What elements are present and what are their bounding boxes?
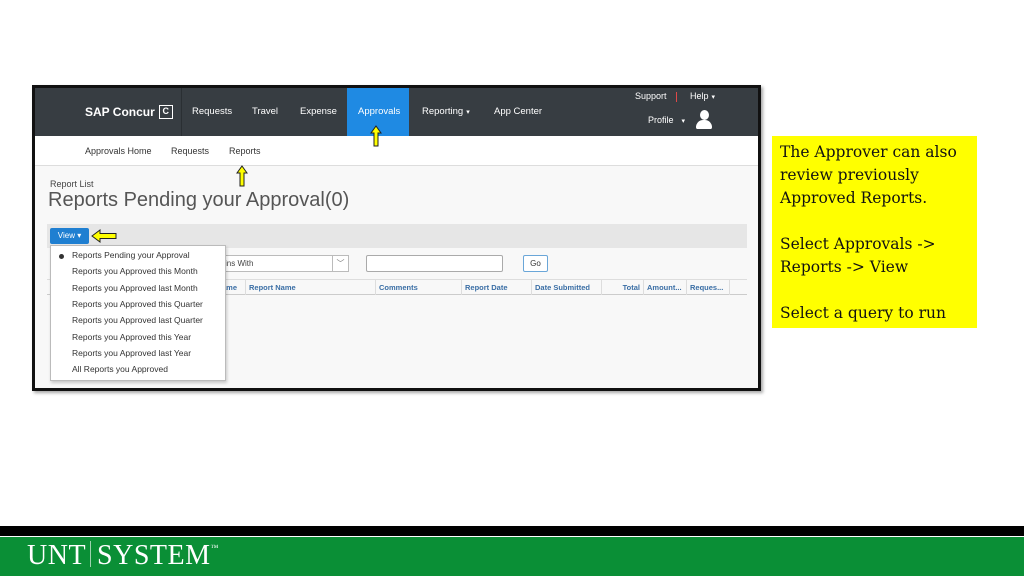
callout-paragraph: Select Approvals -> Reports -> View — [780, 235, 936, 276]
avatar-head — [700, 110, 709, 120]
col-total[interactable]: Total — [601, 280, 643, 295]
nav-label: Requests — [192, 106, 233, 117]
nav-requests[interactable]: Requests — [181, 88, 243, 136]
brand-logo[interactable]: SAP Concur C — [85, 105, 173, 119]
col-report-name[interactable]: Report Name — [245, 280, 375, 295]
col-date-submitted[interactable]: Date Submitted — [531, 280, 601, 295]
nav-travel[interactable]: Travel — [241, 88, 289, 136]
logo-divider — [90, 541, 92, 567]
help-menu[interactable]: Help ▾ — [690, 91, 715, 101]
menu-item-all-approved[interactable]: All Reports you Approved — [72, 364, 168, 374]
chevron-down-icon: ﹀ — [332, 256, 348, 271]
nav-expense[interactable]: Expense — [289, 88, 348, 136]
caret-down-icon: ▾ — [711, 94, 716, 101]
nav-label: Expense — [300, 106, 337, 117]
user-avatar-icon[interactable] — [695, 110, 713, 130]
subnav-requests[interactable]: Requests — [171, 146, 209, 156]
menu-item-approved-last-year[interactable]: Reports you Approved last Year — [72, 348, 191, 358]
profile-label: Profile — [648, 115, 674, 125]
sub-nav-bar: Approvals Home Requests Reports — [35, 136, 758, 166]
nav-label: App Center — [494, 106, 543, 117]
filter-operator-select[interactable]: ins With ﹀ — [221, 255, 349, 272]
search-input[interactable] — [366, 255, 503, 272]
concur-screenshot: SAP Concur C Requests Travel Expense App… — [32, 85, 761, 391]
help-label: Help — [690, 91, 709, 101]
callout-paragraph: Select a query to run — [780, 304, 946, 322]
nav-label: Approvals — [358, 106, 401, 117]
unt-system-logo: UNT SYSTEM™ — [27, 540, 219, 572]
menu-item-approved-this-year[interactable]: Reports you Approved this Year — [72, 332, 191, 342]
go-button[interactable]: Go — [523, 255, 548, 272]
brand-name: SAP Concur — [85, 105, 155, 119]
nav-label: Travel — [252, 106, 279, 117]
view-button[interactable]: View ▾ — [50, 228, 89, 244]
arrow-left-view-icon — [91, 229, 117, 243]
concur-c-icon: C — [158, 105, 173, 119]
callout-paragraph: The Approver can also review previously … — [780, 143, 957, 207]
breadcrumb: Report List — [50, 179, 94, 189]
arrow-up-reports-icon — [236, 165, 248, 187]
menu-item-approved-last-quarter[interactable]: Reports you Approved last Quarter — [72, 315, 203, 325]
page-title: Reports Pending your Approval(0) — [48, 189, 350, 211]
menu-item-approved-this-month[interactable]: Reports you Approved this Month — [72, 266, 198, 276]
avatar-body — [696, 120, 712, 129]
trademark-mark: ™ — [210, 543, 219, 552]
col-amount[interactable]: Amount... — [643, 280, 686, 295]
top-nav-bar: SAP Concur C Requests Travel Expense App… — [35, 88, 758, 136]
subnav-approvals-home[interactable]: Approvals Home — [85, 146, 152, 156]
subnav-reports[interactable]: Reports — [229, 146, 261, 156]
selected-bullet-icon — [59, 254, 64, 259]
filter-select-value: ins With — [225, 259, 254, 268]
view-dropdown-menu: Reports Pending your Approval Reports yo… — [50, 245, 226, 381]
menu-item-pending[interactable]: Reports Pending your Approval — [72, 250, 190, 260]
util-divider — [676, 92, 677, 102]
menu-item-approved-last-month[interactable]: Reports you Approved last Month — [72, 283, 198, 293]
logo-system: SYSTEM — [97, 540, 211, 571]
logo-unt: UNT — [27, 540, 87, 571]
arrow-up-approvals-icon — [370, 125, 382, 147]
menu-item-approved-this-quarter[interactable]: Reports you Approved this Quarter — [72, 299, 203, 309]
instruction-callout: The Approver can also review previously … — [772, 136, 977, 328]
profile-menu[interactable]: Profile ▾ — [648, 115, 685, 125]
footer-black-bar — [0, 526, 1024, 536]
support-link[interactable]: Support — [635, 91, 667, 101]
nav-reporting[interactable]: Reporting ▾ — [411, 88, 481, 136]
col-comments[interactable]: Comments — [375, 280, 461, 295]
caret-down-icon: ▾ — [681, 118, 686, 125]
slide: SAP Concur C Requests Travel Expense App… — [0, 0, 1024, 576]
col-report-date[interactable]: Report Date — [461, 280, 531, 295]
caret-down-icon: ▾ — [466, 109, 470, 116]
nav-label: Reporting — [422, 106, 464, 117]
col-request[interactable]: Reques... — [686, 280, 730, 295]
nav-app-center[interactable]: App Center — [483, 88, 553, 136]
